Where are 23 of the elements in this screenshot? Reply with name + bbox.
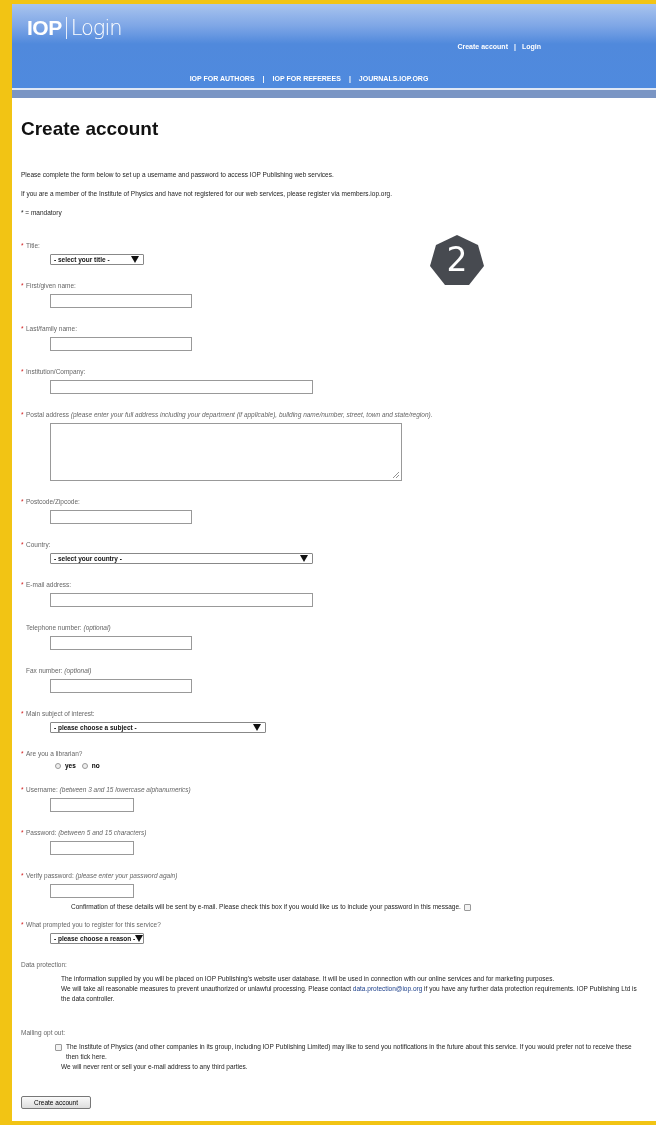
dropdown-arrow-icon [253,724,261,731]
step-badge: 2 [429,234,485,286]
text-field[interactable] [50,798,134,812]
radio-button[interactable] [55,762,61,769]
address-field[interactable] [50,423,402,481]
text-field[interactable] [50,337,192,351]
text-field[interactable] [50,884,134,898]
dropdown-arrow-icon [300,555,308,562]
text-field[interactable] [50,841,134,855]
text-field[interactable] [50,593,313,607]
radio-button[interactable] [81,762,88,769]
checkbox[interactable] [55,1044,62,1051]
resize-grip-icon[interactable] [392,471,400,479]
text-field[interactable] [50,510,192,524]
checkbox[interactable] [463,903,471,911]
dropdown-arrow-icon [135,935,144,942]
text-field[interactable] [50,636,192,650]
dropdown-arrow-icon [131,256,139,263]
text-field[interactable] [50,380,313,394]
text-field[interactable] [50,679,192,693]
logo-text: Login [69,16,122,40]
text-field[interactable] [50,294,192,308]
page-title: Create account [21,118,160,140]
